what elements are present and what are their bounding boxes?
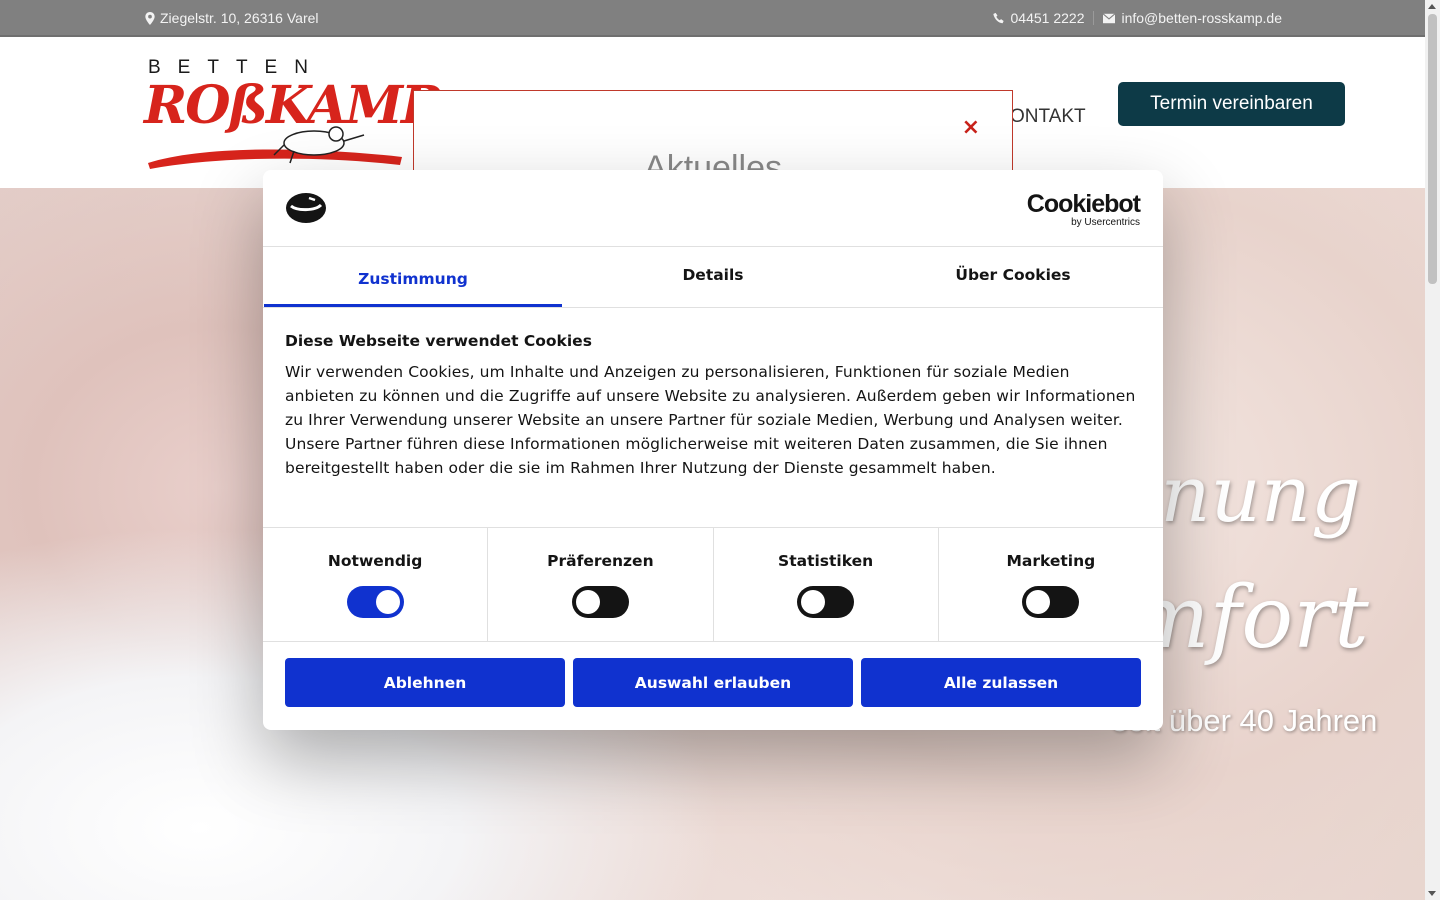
address: Ziegelstr. 10, 26316 Varel	[144, 10, 319, 26]
allow-all-button[interactable]: Alle zulassen	[861, 658, 1141, 707]
cookiebot-brand: Cookiebot by Usercentrics	[1026, 190, 1141, 228]
notwendig-toggle[interactable]	[346, 586, 404, 618]
cookie-logo-icon	[286, 193, 326, 223]
cookie-description: Diese Webseite verwendet Cookies Wir ver…	[263, 308, 1163, 528]
consent-categories: Notwendig Präferenzen Statistiken Market…	[263, 528, 1163, 642]
close-icon[interactable]: ×	[962, 115, 980, 140]
toggle-knob	[1026, 590, 1051, 614]
scroll-up-icon[interactable]	[1428, 4, 1436, 9]
deny-button[interactable]: Ablehnen	[285, 658, 565, 707]
nav-item-kontakt[interactable]: ONTAKT	[1010, 106, 1086, 128]
tab-zustimmung[interactable]: Zustimmung	[263, 247, 563, 307]
category-label: Statistiken	[778, 552, 874, 570]
map-pin-icon	[145, 11, 155, 25]
category-label: Marketing	[1006, 552, 1096, 570]
cookie-actions: Ablehnen Auswahl erlauben Alle zulassen	[263, 642, 1163, 723]
tab-details[interactable]: Details	[563, 247, 863, 307]
address-text: Ziegelstr. 10, 26316 Varel	[160, 10, 319, 26]
allow-selection-button[interactable]: Auswahl erlauben	[573, 658, 853, 707]
book-appointment-button[interactable]: Termin vereinbaren	[1118, 82, 1345, 126]
cookie-tabs: Zustimmung Details Über Cookies	[263, 247, 1163, 308]
envelope-icon	[1103, 12, 1116, 23]
toggle-knob	[801, 590, 826, 614]
hero-headline-line2: mfort	[1128, 568, 1369, 668]
category-marketing: Marketing	[939, 528, 1163, 641]
cookie-heading: Diese Webseite verwendet Cookies	[285, 332, 592, 350]
logo[interactable]: BETTEN ROßKAMP	[144, 57, 440, 169]
toggle-knob	[375, 590, 400, 614]
category-label: Präferenzen	[547, 552, 654, 570]
cookie-text: Wir verwenden Cookies, um Inhalte und An…	[285, 363, 1136, 477]
tab-label: Über Cookies	[955, 266, 1071, 284]
phone-link[interactable]: 04451 2222	[1011, 10, 1085, 26]
tab-ueber-cookies[interactable]: Über Cookies	[863, 247, 1163, 307]
cookiebot-brand-name: Cookiebot	[1026, 190, 1141, 218]
category-statistiken: Statistiken	[714, 528, 939, 641]
cookie-dialog-header: Cookiebot by Usercentrics	[263, 170, 1163, 247]
statistiken-toggle[interactable]	[797, 586, 855, 618]
phone-icon	[992, 12, 1004, 23]
scroll-down-icon[interactable]	[1428, 891, 1436, 896]
category-praeferenzen: Präferenzen	[488, 528, 714, 641]
divider	[1093, 11, 1095, 25]
cookiebot-brand-sub: by Usercentrics	[1071, 217, 1140, 228]
praeferenzen-toggle[interactable]	[571, 586, 629, 618]
toggle-knob	[575, 590, 600, 614]
tab-label: Zustimmung	[358, 270, 468, 288]
category-label: Notwendig	[327, 552, 423, 570]
email-link[interactable]: info@betten-rosskamp.de	[1121, 10, 1282, 26]
cookie-consent-dialog: Cookiebot by Usercentrics Zustimmung Det…	[263, 170, 1163, 730]
marketing-toggle[interactable]	[1022, 586, 1080, 618]
category-notwendig: Notwendig	[263, 528, 489, 641]
tab-label: Details	[682, 266, 744, 284]
top-info-bar: Ziegelstr. 10, 26316 Varel 04451 2222 in…	[0, 0, 1425, 37]
scrollbar-thumb[interactable]	[1428, 14, 1437, 284]
logo-swoosh-icon	[148, 126, 402, 169]
page-scrollbar[interactable]	[1425, 0, 1440, 900]
